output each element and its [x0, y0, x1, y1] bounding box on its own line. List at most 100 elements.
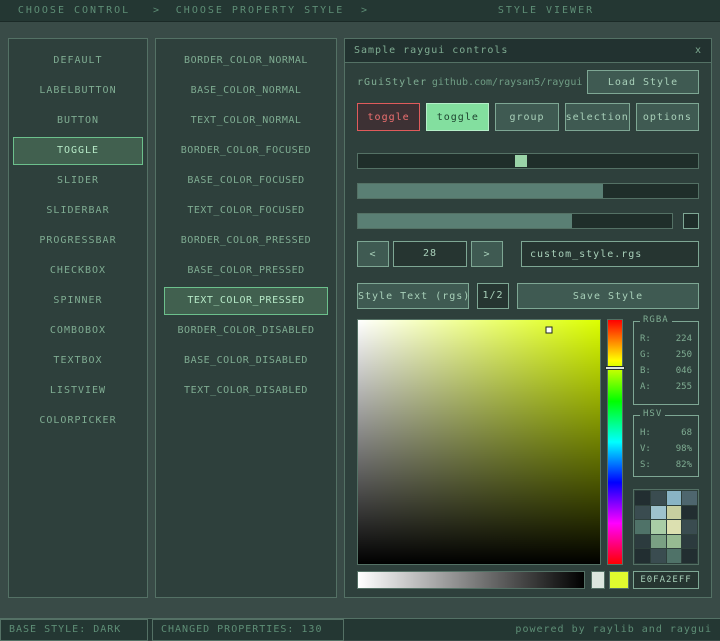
current-color-swatch[interactable]: [609, 571, 629, 589]
property-item-text-color-pressed[interactable]: TEXT_COLOR_PRESSED: [164, 287, 328, 315]
palette-swatch[interactable]: [666, 549, 682, 563]
spinner-increment-button[interactable]: >: [471, 241, 503, 267]
toggle-button-options[interactable]: options: [635, 103, 699, 131]
toggle-button-selection[interactable]: selection: [564, 103, 630, 131]
palette-swatch[interactable]: [635, 491, 650, 505]
app-brand-label: rGuiStyler: [357, 76, 428, 88]
toggle-button-active[interactable]: toggle: [426, 103, 490, 131]
hue-cursor[interactable]: [605, 366, 625, 371]
control-item-spinner[interactable]: SPINNER: [13, 287, 143, 315]
palette-swatch[interactable]: [666, 520, 682, 534]
palette-swatch[interactable]: [682, 549, 697, 563]
hsv-s-value: 82%: [675, 460, 692, 470]
control-item-progressbar[interactable]: PROGRESSBAR: [13, 227, 143, 255]
palette-swatch[interactable]: [682, 534, 697, 549]
palette-swatch[interactable]: [650, 534, 666, 549]
control-item-colorpicker[interactable]: COLORPICKER: [13, 407, 143, 435]
sample-checkbox[interactable]: [683, 213, 699, 229]
toggle-button-group[interactable]: group: [495, 103, 559, 131]
spinner-decrement-button[interactable]: <: [357, 241, 389, 267]
header-row: rGuiStyler github.com/raysan5/raygui Loa…: [357, 70, 699, 94]
property-item-text-color-disabled[interactable]: TEXT_COLOR_DISABLED: [164, 377, 328, 405]
palette-swatch[interactable]: [666, 534, 682, 549]
property-item-border-color-pressed[interactable]: BORDER_COLOR_PRESSED: [164, 227, 328, 255]
property-item-text-color-focused[interactable]: TEXT_COLOR_FOCUSED: [164, 197, 328, 225]
property-item-text-color-normal[interactable]: TEXT_COLOR_NORMAL: [164, 107, 328, 135]
control-item-toggle[interactable]: TOGGLE: [13, 137, 143, 165]
hsv-row-s: S: 82%: [640, 457, 692, 473]
breadcrumb-separator: >: [152, 5, 160, 16]
property-item-border-color-normal[interactable]: BORDER_COLOR_NORMAL: [164, 47, 328, 75]
status-changed-properties: CHANGED PROPERTIES: 130: [152, 619, 344, 641]
palette-swatch[interactable]: [650, 520, 666, 534]
status-powered-by: powered by raylib and raygui: [515, 624, 712, 635]
property-item-base-color-normal[interactable]: BASE_COLOR_NORMAL: [164, 77, 328, 105]
rgba-row-b: B: 046: [640, 363, 692, 379]
palette-swatch[interactable]: [635, 520, 650, 534]
progress-fill: [358, 184, 603, 198]
property-item-border-color-focused[interactable]: BORDER_COLOR_FOCUSED: [164, 137, 328, 165]
rgba-title: RGBA: [640, 315, 672, 325]
rgba-r-label: R:: [640, 334, 651, 344]
property-item-base-color-focused[interactable]: BASE_COLOR_FOCUSED: [164, 167, 328, 195]
hsv-row-v: V: 98%: [640, 441, 692, 457]
palette-swatch[interactable]: [650, 491, 666, 505]
rgba-g-label: G:: [640, 350, 651, 360]
property-item-border-color-disabled[interactable]: BORDER_COLOR_DISABLED: [164, 317, 328, 345]
rgba-b-label: B:: [640, 366, 651, 376]
control-item-listview[interactable]: LISTVIEW: [13, 377, 143, 405]
window-titlebar[interactable]: Sample raygui controls x: [345, 39, 711, 63]
palette-swatch[interactable]: [682, 491, 697, 505]
palette-swatch[interactable]: [682, 520, 697, 534]
topbar-style-viewer-label: STYLE VIEWER: [497, 5, 595, 16]
gradient-end-swatch[interactable]: [591, 571, 605, 589]
picker-cursor[interactable]: [545, 326, 553, 334]
color-picker-panel[interactable]: [357, 319, 601, 565]
page-indicator[interactable]: 1/2: [477, 283, 509, 309]
control-item-default[interactable]: DEFAULT: [13, 47, 143, 75]
palette-swatch[interactable]: [635, 505, 650, 520]
hsv-s-label: S:: [640, 460, 651, 470]
palette-swatch[interactable]: [666, 491, 682, 505]
control-item-button[interactable]: BUTTON: [13, 107, 143, 135]
sample-slider[interactable]: [357, 153, 699, 169]
hsv-v-label: V:: [640, 444, 651, 454]
load-style-button[interactable]: Load Style: [587, 70, 699, 94]
hue-slider[interactable]: [605, 319, 625, 565]
properties-list-panel: BORDER_COLOR_NORMAL BASE_COLOR_NORMAL TE…: [155, 38, 337, 598]
control-item-textbox[interactable]: TEXTBOX: [13, 347, 143, 375]
spinner-value[interactable]: 28: [393, 241, 467, 267]
palette-swatch[interactable]: [635, 549, 650, 563]
sample-sliderbar[interactable]: [357, 213, 673, 229]
palette-swatch[interactable]: [635, 534, 650, 549]
rgba-row-g: G: 250: [640, 347, 692, 363]
control-item-sliderbar[interactable]: SLIDERBAR: [13, 197, 143, 225]
rgba-b-value: 046: [675, 366, 692, 376]
slider-handle[interactable]: [515, 155, 528, 167]
rgba-a-value: 255: [675, 382, 692, 392]
toggle-button-pressed-state[interactable]: toggle: [357, 103, 421, 131]
palette-swatch[interactable]: [650, 549, 666, 563]
spinner-row: < 28 >: [357, 241, 699, 267]
palette-swatch[interactable]: [650, 505, 666, 520]
save-style-button[interactable]: Save Style: [517, 283, 699, 309]
palette-swatch[interactable]: [666, 505, 682, 520]
property-item-base-color-pressed[interactable]: BASE_COLOR_PRESSED: [164, 257, 328, 285]
close-icon[interactable]: x: [695, 45, 702, 56]
rgba-g-value: 250: [675, 350, 692, 360]
style-format-button[interactable]: Style Text (rgs): [357, 283, 469, 309]
control-item-checkbox[interactable]: CHECKBOX: [13, 257, 143, 285]
palette-swatch[interactable]: [682, 505, 697, 520]
control-item-combobox[interactable]: COMBOBOX: [13, 317, 143, 345]
repo-link[interactable]: github.com/raysan5/raygui: [427, 77, 587, 88]
rgba-groupbox: RGBA R: 224 G: 250 B: 046 A: 255: [633, 315, 699, 405]
property-item-base-color-disabled[interactable]: BASE_COLOR_DISABLED: [164, 347, 328, 375]
control-item-labelbutton[interactable]: LABELBUTTON: [13, 77, 143, 105]
export-row: Style Text (rgs) 1/2 Save Style: [357, 283, 699, 309]
filename-input[interactable]: [521, 241, 699, 267]
top-toolbar: CHOOSE CONTROL > CHOOSE PROPERTY STYLE >…: [0, 0, 720, 22]
control-item-slider[interactable]: SLIDER: [13, 167, 143, 195]
value-gradient-bar[interactable]: [357, 571, 585, 589]
hex-color-input[interactable]: E0FA2EFF: [633, 571, 699, 589]
rgba-r-value: 224: [675, 334, 692, 344]
